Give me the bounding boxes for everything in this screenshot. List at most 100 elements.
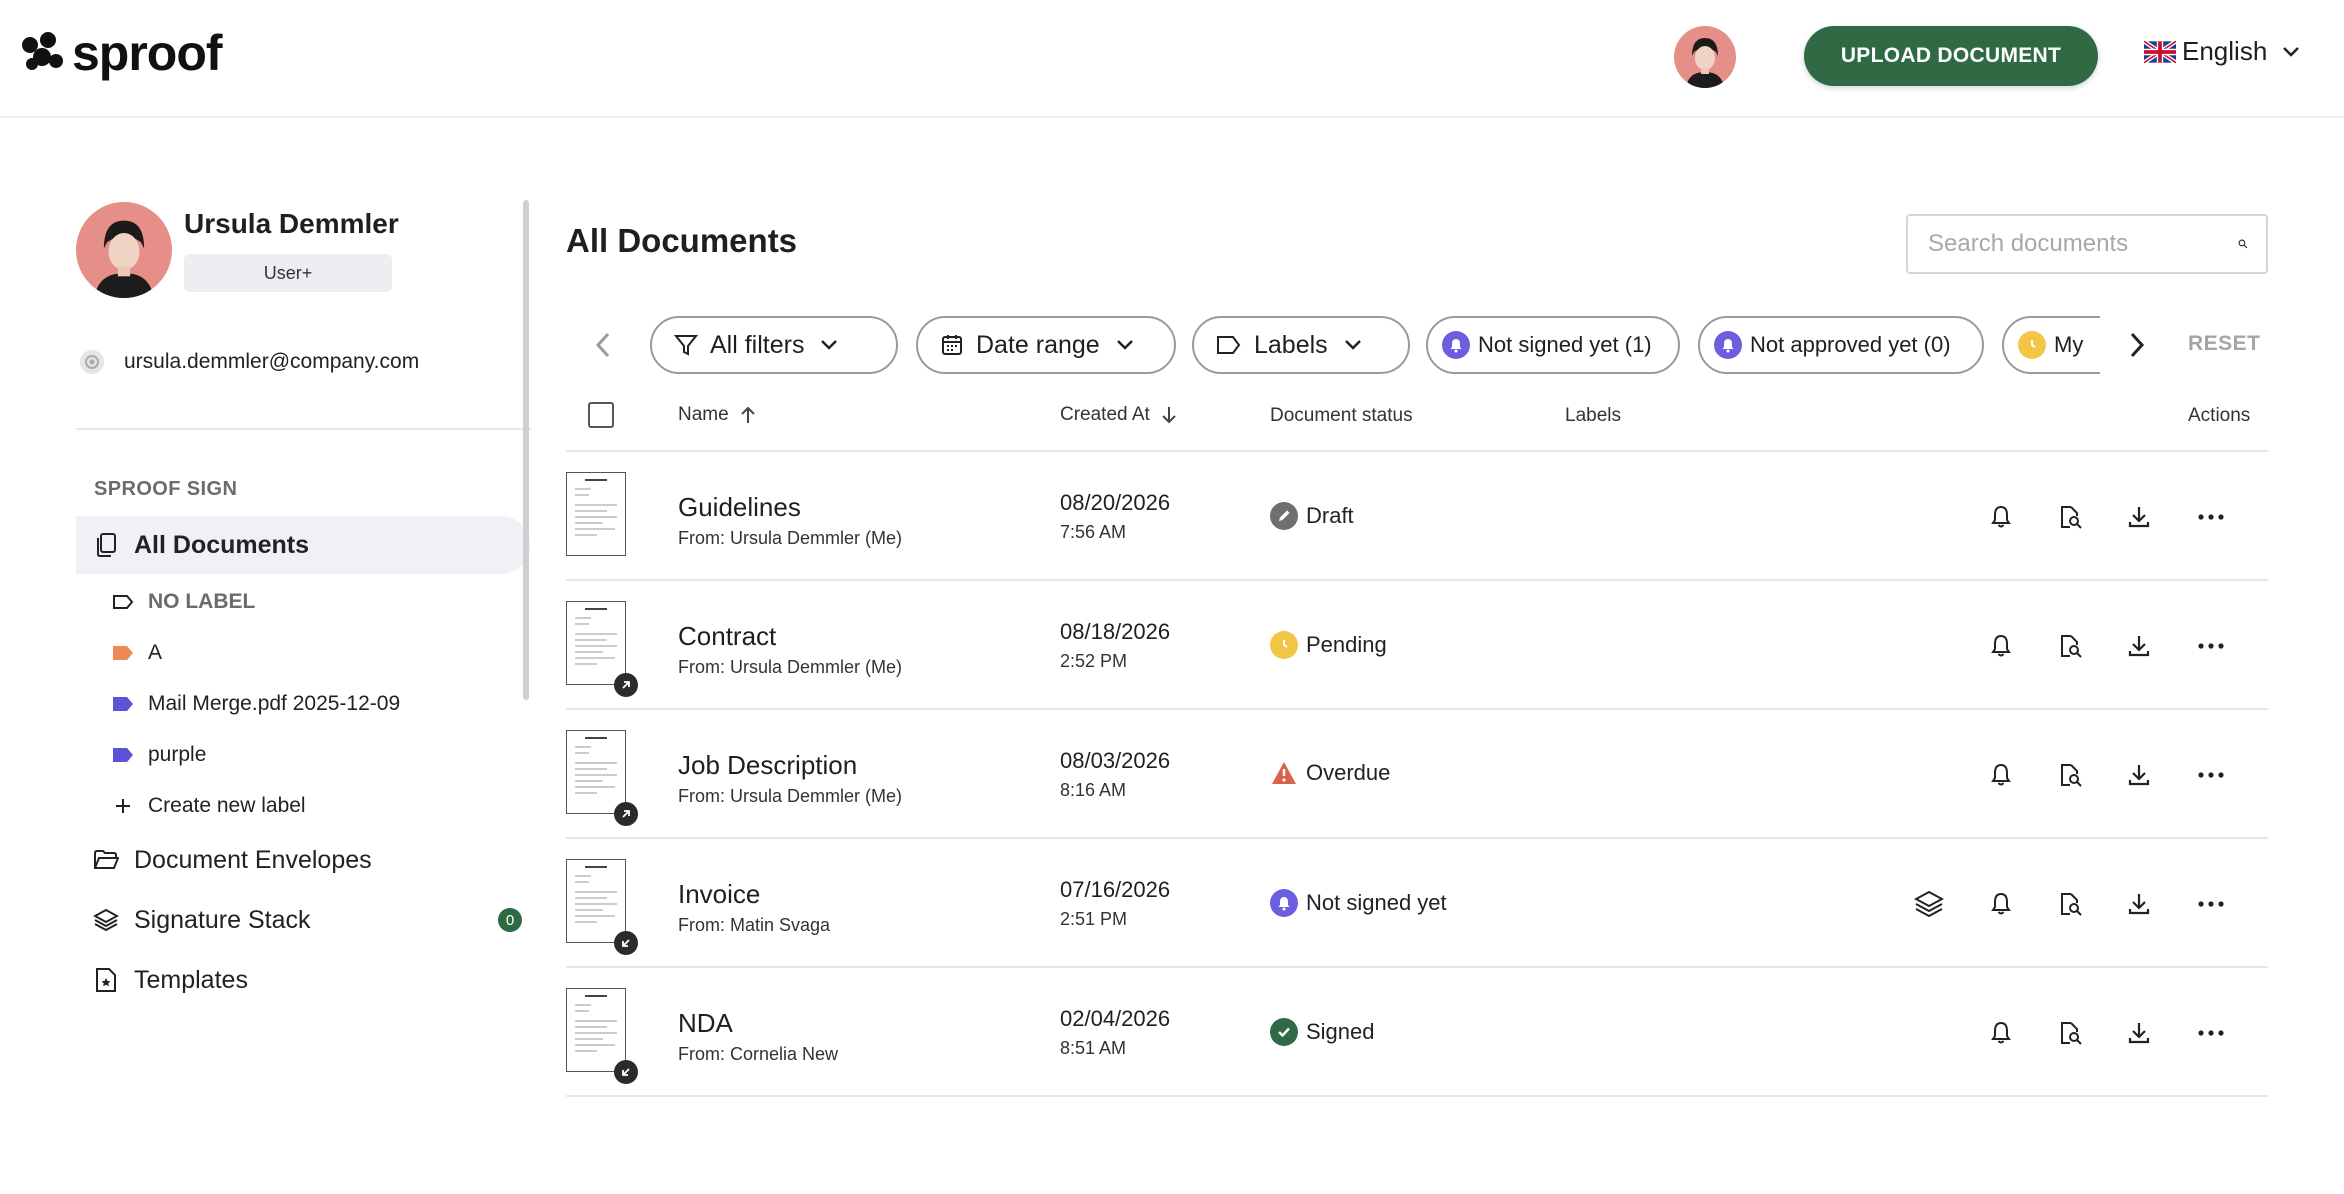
date-range-chip[interactable]: Date range xyxy=(916,316,1176,374)
upload-document-button[interactable]: UPLOAD DOCUMENT xyxy=(1804,26,2098,86)
search-box[interactable] xyxy=(1906,214,2268,274)
sidebar: Ursula Demmler User+ ursula.demmler@comp… xyxy=(76,200,532,1040)
signature-stack-icon[interactable] xyxy=(1912,887,1946,921)
not-approved-filter-chip[interactable]: Not approved yet (0) xyxy=(1698,316,1984,374)
sidebar-item-templates[interactable]: Templates xyxy=(76,951,530,1009)
label-item-no-label[interactable]: NO LABEL xyxy=(112,584,255,620)
reset-filters-button[interactable]: RESET xyxy=(2188,332,2261,356)
document-thumbnail[interactable] xyxy=(566,730,626,814)
bell-status-icon xyxy=(1442,331,1470,359)
layers-icon xyxy=(92,906,120,934)
header-avatar[interactable] xyxy=(1674,26,1736,88)
all-filters-chip[interactable]: All filters xyxy=(650,316,898,374)
column-header-actions: Actions xyxy=(2188,405,2251,426)
document-thumbnail[interactable] xyxy=(566,472,626,556)
more-options-icon[interactable] xyxy=(2194,887,2228,921)
table-row[interactable]: Job Description From: Ursula Demmler (Me)… xyxy=(566,710,2268,839)
language-label: English xyxy=(2182,36,2268,66)
bell-icon[interactable] xyxy=(1984,1016,2018,1050)
pencil-status-icon xyxy=(1270,502,1298,530)
download-icon[interactable] xyxy=(2122,887,2156,921)
document-status: Overdue xyxy=(1270,760,1390,786)
document-name[interactable]: Job Description xyxy=(678,750,857,781)
bell-icon[interactable] xyxy=(1984,758,2018,792)
tag-outline-icon xyxy=(113,595,134,609)
documents-icon xyxy=(92,531,120,559)
document-time: 2:51 PM xyxy=(1060,909,1128,929)
more-options-icon[interactable] xyxy=(2194,629,2228,663)
download-icon[interactable] xyxy=(2122,500,2156,534)
profile-name: Ursula Demmler xyxy=(184,208,399,239)
profile-role-badge: User+ xyxy=(184,254,392,292)
email-avatar-icon xyxy=(80,350,104,374)
label-item-mail-merge[interactable]: Mail Merge.pdf 2025-12-09 xyxy=(112,686,400,722)
labels-chip[interactable]: Labels xyxy=(1192,316,1410,374)
tag-purple-icon xyxy=(113,748,133,762)
table-row[interactable]: Guidelines From: Ursula Demmler (Me) 08/20… xyxy=(566,452,2268,581)
outgoing-arrow-icon xyxy=(614,802,638,826)
column-header-status: Document status xyxy=(1270,405,1413,426)
column-header-name[interactable]: Name xyxy=(678,404,757,426)
document-preview-icon[interactable] xyxy=(2053,758,2087,792)
more-options-icon[interactable] xyxy=(2194,758,2228,792)
table-row[interactable]: Invoice From: Matin Svaga 07/16/2026 2:51 P… xyxy=(566,839,2268,968)
download-icon[interactable] xyxy=(2122,1016,2156,1050)
document-date: 02/04/2026 xyxy=(1060,1006,1171,1031)
document-preview-icon[interactable] xyxy=(2053,887,2087,921)
document-time: 8:51 AM xyxy=(1060,1038,1127,1058)
incoming-arrow-icon xyxy=(614,931,638,955)
search-input[interactable] xyxy=(1928,230,2238,258)
chevron-left-icon[interactable] xyxy=(592,330,616,360)
table-row[interactable]: Contract From: Ursula Demmler (Me) 08/18/2… xyxy=(566,581,2268,710)
incoming-arrow-icon xyxy=(614,1060,638,1084)
create-new-label-button[interactable]: Create new label xyxy=(112,788,306,824)
sidebar-scrollbar[interactable] xyxy=(523,200,529,700)
my-filter-chip[interactable]: My xyxy=(2002,316,2100,374)
select-all-checkbox[interactable] xyxy=(588,402,614,428)
language-selector[interactable]: English xyxy=(2144,36,2301,67)
not-signed-filter-chip[interactable]: Not signed yet (1) xyxy=(1426,316,1680,374)
more-options-icon[interactable] xyxy=(2194,1016,2228,1050)
document-thumbnail[interactable] xyxy=(566,988,626,1072)
search-icon[interactable] xyxy=(2238,230,2248,258)
sidebar-item-document-envelopes[interactable]: Document Envelopes xyxy=(76,831,530,889)
warning-status-icon xyxy=(1270,760,1298,786)
document-date: 07/16/2026 xyxy=(1060,877,1171,902)
folder-open-icon xyxy=(92,846,120,874)
calendar-icon xyxy=(940,333,964,357)
download-icon[interactable] xyxy=(2122,629,2156,663)
document-thumbnail[interactable] xyxy=(566,601,626,685)
tag-purple-icon xyxy=(113,697,133,711)
document-name[interactable]: NDA xyxy=(678,1008,733,1039)
sidebar-item-signature-stack[interactable]: Signature Stack 0 xyxy=(76,891,530,949)
bell-icon[interactable] xyxy=(1984,629,2018,663)
sproof-logo[interactable]: sproof xyxy=(20,28,223,78)
document-status: Draft xyxy=(1270,502,1354,530)
tag-orange-icon xyxy=(113,646,133,660)
document-sender: From: Cornelia New xyxy=(678,1044,839,1064)
document-thumbnail[interactable] xyxy=(566,859,626,943)
document-name[interactable]: Invoice xyxy=(678,879,760,910)
table-row[interactable]: NDA From: Cornelia New 02/04/2026 8:51 AM Si… xyxy=(566,968,2268,1097)
document-preview-icon[interactable] xyxy=(2053,1016,2087,1050)
filter-funnel-icon xyxy=(674,333,698,357)
document-name[interactable]: Guidelines xyxy=(678,492,801,523)
chevron-right-icon[interactable] xyxy=(2124,330,2148,360)
label-item-a[interactable]: A xyxy=(112,635,162,671)
download-icon[interactable] xyxy=(2122,758,2156,792)
column-header-created-at[interactable]: Created At xyxy=(1060,404,1178,426)
bell-icon[interactable] xyxy=(1984,500,2018,534)
email-text: ursula.demmler@company.com xyxy=(124,350,420,373)
bell-status-icon xyxy=(1270,889,1298,917)
document-status: Pending xyxy=(1270,631,1387,659)
more-options-icon[interactable] xyxy=(2194,500,2228,534)
sidebar-item-all-documents[interactable]: All Documents xyxy=(76,516,530,574)
profile-avatar[interactable] xyxy=(76,202,172,298)
document-preview-icon[interactable] xyxy=(2053,500,2087,534)
document-preview-icon[interactable] xyxy=(2053,629,2087,663)
document-time: 8:16 AM xyxy=(1060,780,1127,800)
bell-icon[interactable] xyxy=(1984,887,2018,921)
label-item-purple[interactable]: purple xyxy=(112,737,206,773)
arrow-down-icon xyxy=(1162,407,1176,424)
document-name[interactable]: Contract xyxy=(678,621,776,652)
